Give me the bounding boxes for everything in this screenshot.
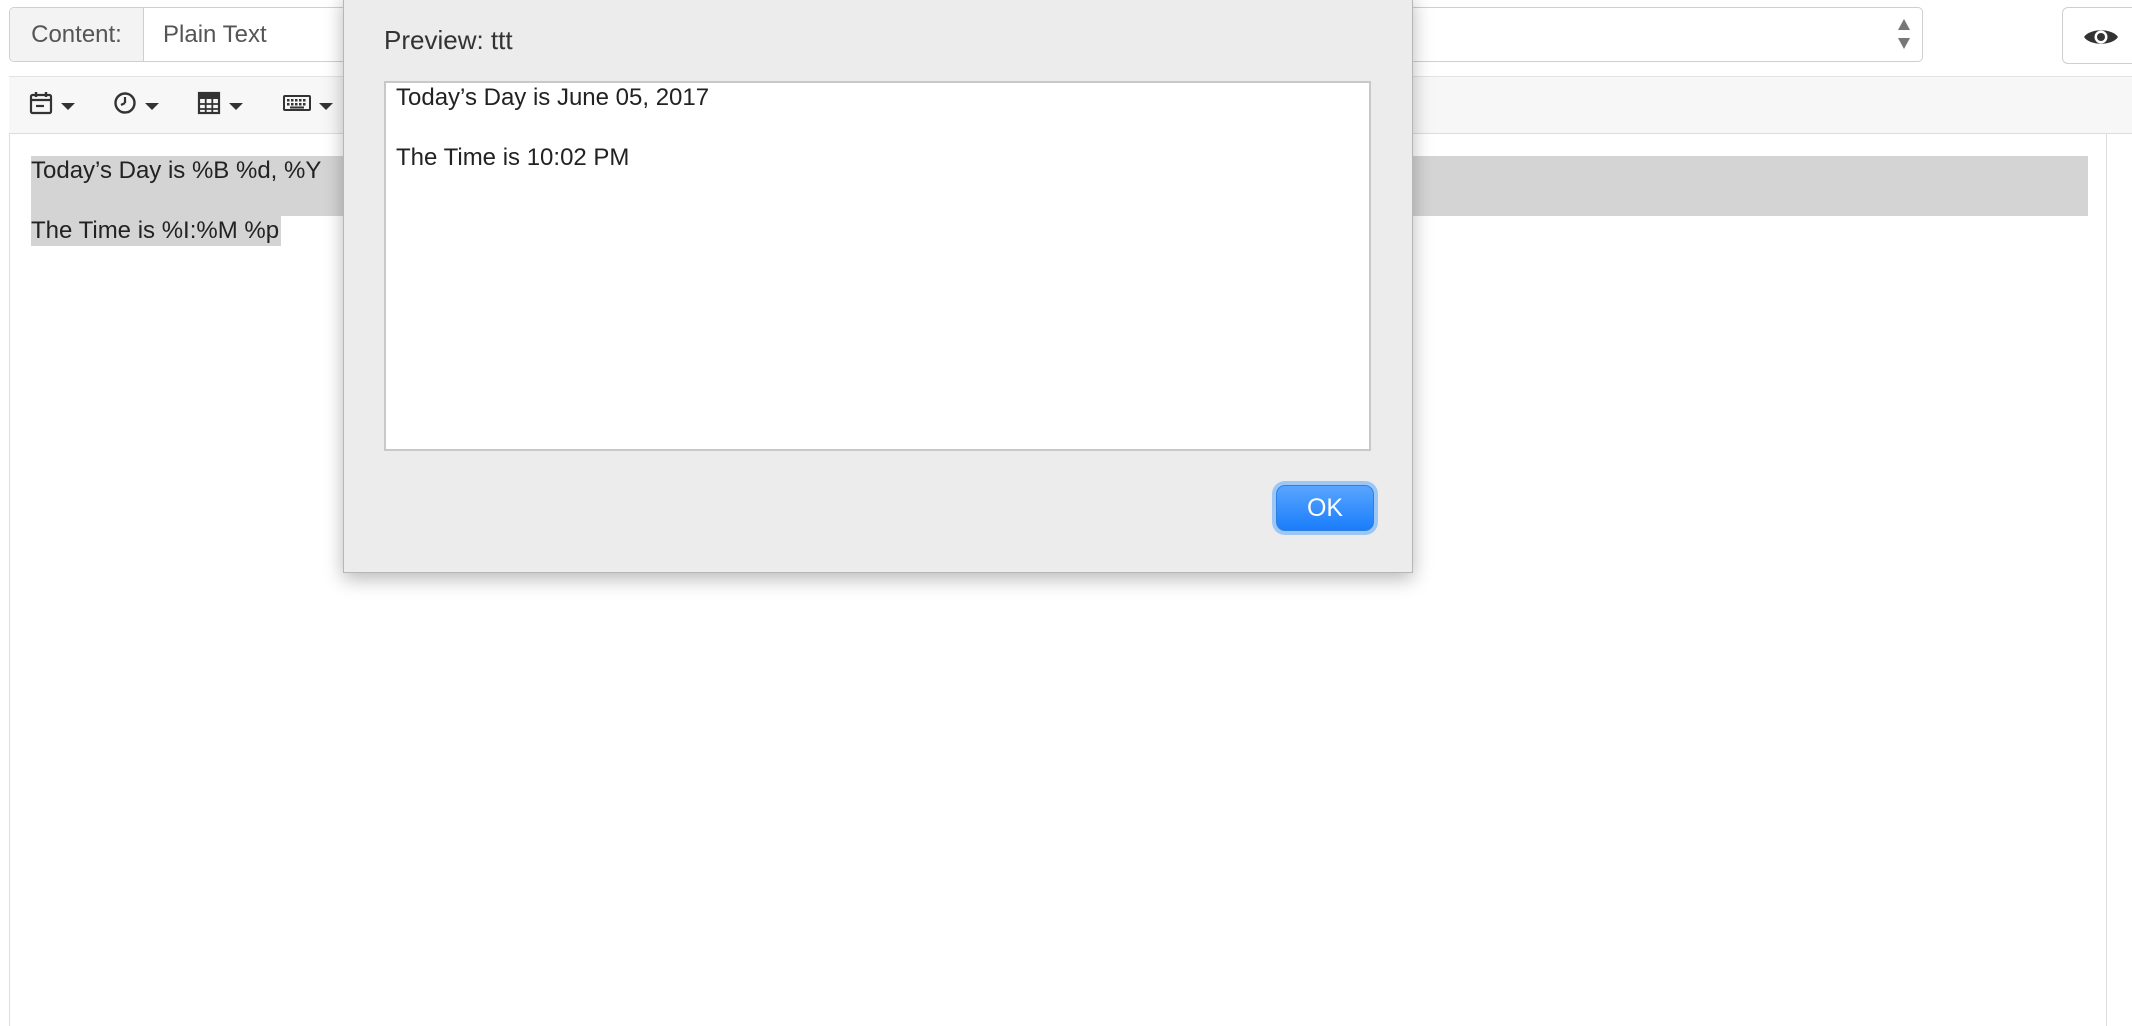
preview-toggle-button[interactable] (2062, 7, 2132, 64)
insert-time-button[interactable] (113, 89, 163, 121)
ok-button[interactable]: OK (1276, 485, 1374, 531)
chevron-down-icon (319, 103, 333, 110)
calendar-icon (29, 92, 53, 115)
insert-keystroke-button[interactable] (283, 89, 339, 121)
select-arrows-icon[interactable] (1898, 19, 1910, 49)
chevron-down-icon (229, 103, 243, 110)
content-type-value[interactable]: Plain Text (163, 8, 267, 61)
calculator-icon (197, 91, 221, 115)
insert-date-button[interactable] (29, 89, 79, 121)
preview-line: The Time is 10:02 PM (396, 144, 630, 171)
clock-icon (114, 92, 136, 114)
insert-calculation-button[interactable] (197, 89, 247, 121)
keyboard-icon (283, 95, 311, 111)
content-label: Content: (10, 8, 144, 61)
chevron-down-icon (61, 103, 75, 110)
eye-icon (2084, 30, 2118, 44)
editor-line[interactable]: The Time is %I:%M %p (31, 216, 279, 246)
preview-output-box[interactable]: Today’s Day is June 05, 2017 The Time is… (384, 81, 1371, 451)
editor-line[interactable]: Today’s Day is %B %d, %Y (31, 156, 321, 186)
dialog-title: Preview: ttt (384, 25, 513, 55)
preview-line: Today’s Day is June 05, 2017 (396, 84, 710, 111)
snippet-editor-window: Content: Plain Text Today’s Day is %B %d… (0, 0, 2132, 1026)
chevron-down-icon (145, 103, 159, 110)
preview-dialog: Preview: ttt Today’s Day is June 05, 201… (343, 0, 1413, 573)
